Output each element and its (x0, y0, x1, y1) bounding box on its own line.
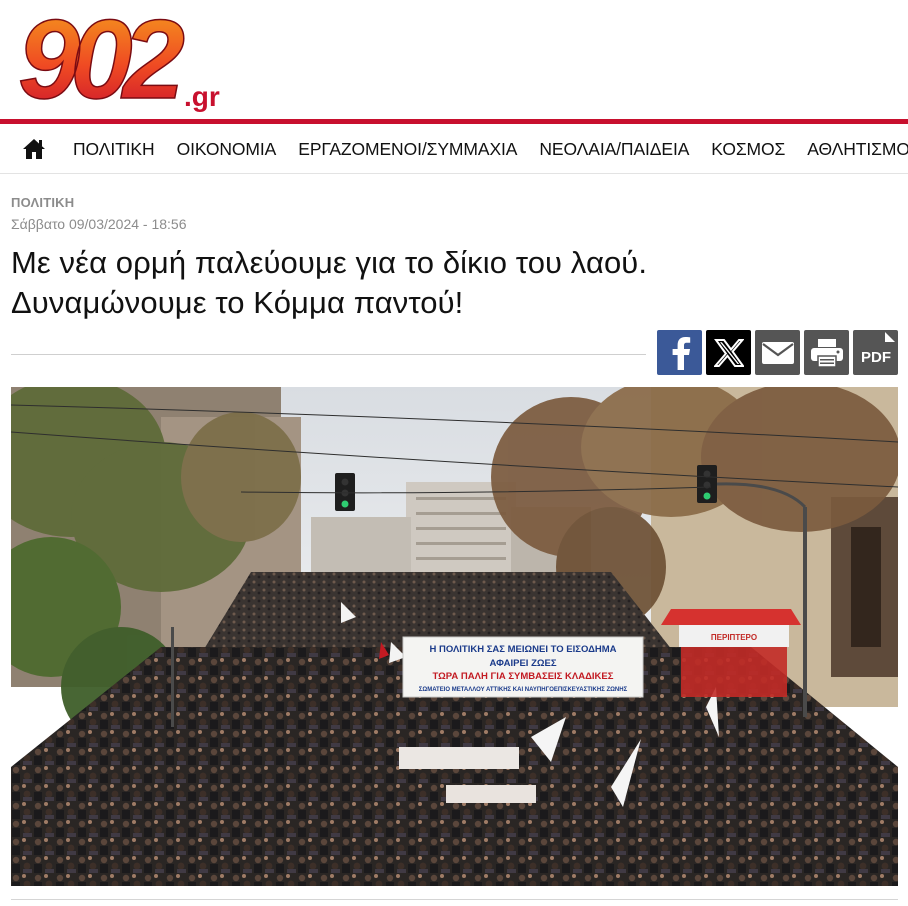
nav-item-politiki[interactable]: ΠΟΛΙΤΙΚΗ (62, 139, 166, 160)
facebook-icon (672, 336, 690, 370)
nav-items: ΠΟΛΙΤΙΚΗ ΟΙΚΟΝΟΜΙΑ ΕΡΓΑΖΟΜΕΝΟΙ/ΣΥΜΜΑΧΙΑ … (62, 124, 908, 173)
site-logo[interactable]: 902 .gr (18, 6, 238, 112)
article-bottom-rule (11, 899, 898, 900)
title-divider (11, 354, 646, 355)
article-title-line2: Δυναμώνουμε το Κόμμα παντού! (11, 285, 464, 320)
main-nav: ΠΟΛΙΤΙΚΗ ΟΙΚΟΝΟΜΙΑ ΕΡΓΑΖΟΜΕΝΟΙ/ΣΥΜΜΑΧΙΑ … (0, 124, 908, 174)
nav-item-athlitismos[interactable]: ΑΘΛΗΤΙΣΜΟΣ (796, 139, 908, 160)
nav-item-neolaia[interactable]: ΝΕΟΛΑΙΑ/ΠΑΙΔΕΙΑ (528, 139, 700, 160)
logo-suffix: .gr (184, 81, 220, 112)
print-icon (810, 338, 843, 368)
banner-line4: ΣΩΜΑΤΕΙΟ ΜΕΤΑΛΛΟΥ ΑΤΤΙΚΗΣ ΚΑΙ ΝΑΥΠΗΓΟΕΠΙ… (419, 687, 628, 693)
x-icon (713, 338, 744, 367)
pdf-download-button[interactable]: PDF (853, 330, 898, 375)
site-header: 902 .gr (0, 0, 908, 118)
logo-number: 902 (18, 6, 185, 112)
mail-icon (761, 341, 794, 364)
article-photo[interactable]: Η ΠΟΛΙΤΙΚΗ ΣΑΣ ΜΕΙΩΝΕΙ ΤΟ ΕΙΣΟΔΗΜΑ ΑΦΑΙΡ… (11, 387, 898, 886)
share-bar: PDF (657, 330, 898, 375)
banner-line3: ΤΩΡΑ ΠΑΛΗ ΓΙΑ ΣΥΜΒΑΣΕΙΣ ΚΛΑΔΙΚΕΣ (433, 671, 614, 682)
nav-item-kosmos[interactable]: ΚΟΣΜΟΣ (700, 139, 796, 160)
article-title-line1: Με νέα ορμή παλεύουμε για το δίκιο του λ… (11, 245, 648, 280)
article-category[interactable]: ΠΟΛΙΤΙΚΗ (11, 195, 74, 210)
nav-item-ergazomenoi[interactable]: ΕΡΓΑΖΟΜΕΝΟΙ/ΣΥΜΜΑΧΙΑ (287, 139, 528, 160)
email-share-button[interactable] (755, 330, 800, 375)
article-title: Με νέα ορμή παλεύουμε για το δίκιο του λ… (11, 243, 891, 323)
facebook-share-button[interactable] (657, 330, 702, 375)
banner-line2: ΑΦΑΙΡΕΙ ΖΩΕΣ (489, 658, 556, 669)
kiosk-label: ΠΕΡΙΠΤΕΡΟ (711, 633, 757, 642)
nav-item-oikonomia[interactable]: ΟΙΚΟΝΟΜΙΑ (166, 139, 288, 160)
pdf-icon: PDF (861, 331, 895, 366)
article-date: Σάββατο 09/03/2024 - 18:56 (11, 216, 187, 232)
print-button[interactable] (804, 330, 849, 375)
x-share-button[interactable] (706, 330, 751, 375)
home-icon[interactable] (22, 138, 46, 160)
pdf-label: PDF (861, 349, 891, 366)
banner-line1: Η ΠΟΛΙΤΙΚΗ ΣΑΣ ΜΕΙΩΝΕΙ ΤΟ ΕΙΣΟΔΗΜΑ (429, 644, 616, 655)
